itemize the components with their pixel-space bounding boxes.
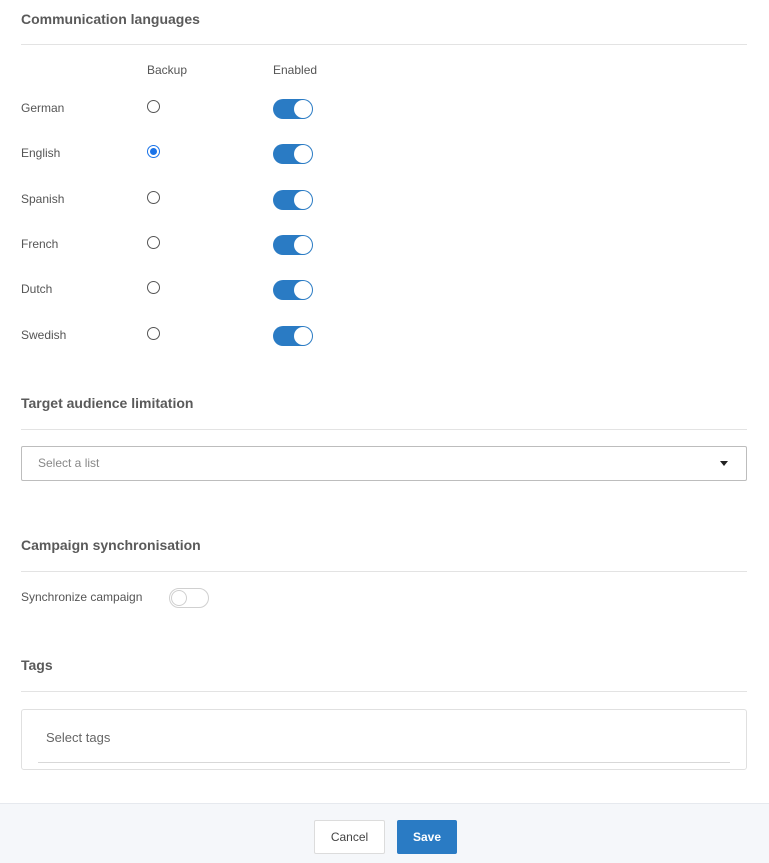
toggle-knob — [294, 327, 312, 345]
language-label-swedish: Swedish — [21, 328, 67, 342]
toggle-knob — [294, 100, 312, 118]
communication-languages-section: Communication languages — [21, 10, 747, 28]
target-list-placeholder: Select a list — [38, 456, 100, 470]
enabled-toggle-swedish[interactable] — [273, 326, 313, 346]
tags-input[interactable]: Select tags — [21, 709, 747, 770]
language-label-german: German — [21, 101, 65, 115]
enabled-toggle-dutch[interactable] — [273, 280, 313, 300]
enabled-toggle-english[interactable] — [273, 144, 313, 164]
language-label-dutch: Dutch — [21, 282, 53, 296]
section-divider — [21, 429, 747, 430]
backup-radio-spanish[interactable] — [147, 191, 160, 204]
backup-radio-dutch[interactable] — [147, 281, 160, 294]
enabled-column-header: Enabled — [273, 63, 318, 77]
section-divider — [21, 571, 747, 572]
section-divider — [21, 44, 747, 45]
campaign-sync-section: Campaign synchronisation — [21, 536, 747, 554]
backup-radio-french[interactable] — [147, 236, 160, 249]
toggle-knob — [294, 236, 312, 254]
chevron-down-icon — [720, 461, 728, 466]
backup-radio-german[interactable] — [147, 100, 160, 113]
communication-languages-title: Communication languages — [21, 11, 200, 27]
toggle-knob — [171, 590, 187, 606]
backup-column-header: Backup — [147, 63, 188, 77]
backup-radio-english[interactable] — [147, 145, 160, 158]
footer-bar: Cancel Save — [0, 803, 769, 863]
enabled-toggle-german[interactable] — [273, 99, 313, 119]
language-label-spanish: Spanish — [21, 192, 65, 206]
toggle-knob — [294, 191, 312, 209]
section-divider — [21, 691, 747, 692]
tags-input-underline — [38, 762, 730, 763]
tags-section: Tags — [21, 656, 747, 674]
synchronize-campaign-toggle[interactable] — [169, 588, 209, 608]
tags-title: Tags — [21, 657, 53, 673]
cancel-button[interactable]: Cancel — [314, 820, 385, 854]
language-label-english: English — [21, 146, 61, 160]
save-button[interactable]: Save — [397, 820, 457, 854]
tags-placeholder: Select tags — [46, 730, 111, 745]
enabled-toggle-french[interactable] — [273, 235, 313, 255]
target-audience-title: Target audience limitation — [21, 395, 194, 411]
toggle-knob — [294, 145, 312, 163]
toggle-knob — [294, 281, 312, 299]
campaign-settings-panel: Communication languages Backup Enabled G… — [0, 0, 769, 863]
target-list-select[interactable]: Select a list — [21, 446, 747, 481]
enabled-toggle-spanish[interactable] — [273, 190, 313, 210]
language-label-french: French — [21, 237, 59, 251]
synchronize-campaign-label: Synchronize campaign — [21, 590, 143, 604]
backup-radio-swedish[interactable] — [147, 327, 160, 340]
target-audience-section: Target audience limitation — [21, 394, 747, 412]
campaign-sync-title: Campaign synchronisation — [21, 537, 201, 553]
